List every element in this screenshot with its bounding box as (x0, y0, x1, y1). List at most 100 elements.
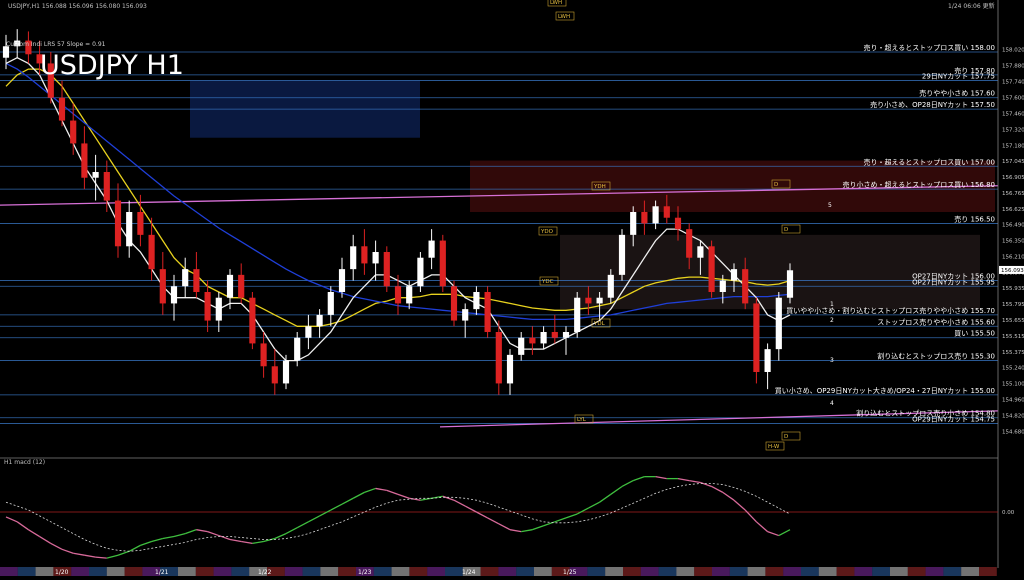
level-label-9: OP27日NYカット 155.95 (912, 278, 995, 286)
candle-body-40 (450, 286, 458, 321)
candle-body-9 (103, 172, 110, 201)
chart-window: 売り・超えるとストップロス買い 158.00 売り 157.80 29日NYカット … (0, 0, 1024, 576)
candle-body-35 (394, 286, 402, 304)
candle-body-52 (585, 297, 592, 304)
time-seg-13 (231, 567, 250, 576)
wave-label-1: 2 (830, 317, 834, 324)
level-label-7: 売り 156.50 (954, 214, 995, 223)
candle-body-13 (148, 234, 155, 270)
candle-body-8 (92, 172, 99, 178)
time-seg-16 (284, 567, 303, 576)
candle-body-68 (764, 349, 771, 372)
candle-55 (618, 229, 626, 281)
candle-22 (249, 292, 256, 350)
candle-67 (753, 297, 760, 384)
update-datetime: 1/24 06:06 更新 (948, 2, 995, 10)
marker-1: LWH (558, 14, 570, 20)
price-tick-5: 157.320 (1002, 128, 1024, 134)
candle-40 (450, 280, 458, 327)
candle-body-5 (58, 97, 66, 121)
candle-body-60 (674, 217, 682, 230)
wave-label-4: 5 (828, 202, 832, 209)
wave-label-0: 1 (830, 301, 834, 308)
candle-body-21 (238, 274, 245, 298)
marker-9: D (784, 434, 788, 440)
time-seg-22 (391, 567, 410, 576)
candle-51 (574, 292, 581, 338)
price-tick-21: 155.100 (1002, 381, 1024, 387)
level-label-2: 29日NYカット 157.75 (922, 73, 995, 81)
macd-label: H1 macd (12) (4, 459, 45, 466)
level-label-0: 売り・超えるとストップロス買い 158.00 (863, 43, 995, 52)
price-tick-0: 158.020 (1002, 48, 1024, 54)
candle-body-63 (708, 246, 715, 292)
candle-body-27 (305, 326, 312, 338)
marker-2: YDH (593, 184, 606, 190)
candle-body-45 (506, 354, 514, 384)
time-seg-45 (801, 567, 819, 576)
time-seg-2 (35, 567, 54, 576)
candle-body-32 (361, 246, 368, 264)
level-label-16: OP29日NYカット 154.75 (912, 415, 995, 423)
level-label-11: ストップロス売りやや小さめ 155.60 (877, 317, 995, 326)
candle-39 (439, 234, 446, 292)
time-seg-54 (961, 567, 979, 576)
level-label-12: 買い 155.50 (954, 330, 995, 338)
candle-body-17 (193, 269, 200, 292)
candle-body-38 (428, 240, 435, 258)
time-seg-53 (943, 567, 962, 576)
marker-6: LYL (577, 417, 587, 423)
price-tick-23: 154.820 (1002, 413, 1024, 419)
candle-43 (484, 286, 491, 338)
price-tick-24: 154.680 (1002, 429, 1024, 435)
level-label-4: 売り小さめ、OP28日NYカット 157.50 (870, 100, 995, 109)
time-seg-21 (373, 567, 392, 576)
candle-body-54 (607, 274, 614, 298)
level-label-13: 割り込むとストップロス売り 155.30 (877, 352, 995, 361)
candle-body-65 (730, 269, 738, 281)
candle-body-14 (159, 269, 166, 304)
price-tick-3: 157.600 (1002, 96, 1024, 102)
candle-37 (417, 252, 424, 292)
price-tick-6: 157.180 (1002, 144, 1024, 150)
symbol-line: USDJPY,H1 156.088 156.096 156.080 156.09… (8, 3, 147, 10)
date-label-1: 1/21 (155, 569, 169, 576)
time-seg-44 (783, 567, 801, 576)
candle-body-29 (327, 292, 334, 315)
candle-body-20 (226, 274, 234, 298)
time-seg-37 (658, 567, 677, 576)
candle-body-49 (551, 332, 558, 338)
time-seg-18 (320, 567, 339, 576)
price-tick-22: 154.960 (1002, 397, 1024, 403)
candle-body-30 (338, 269, 346, 292)
chart-svg: 売り・超えるとストップロス買い 158.00売り 157.8029日NYカット … (0, 0, 1024, 576)
time-seg-28 (498, 567, 517, 576)
time-seg-34 (605, 567, 623, 576)
candle-body-59 (663, 206, 670, 218)
time-seg-1 (17, 567, 36, 576)
date-label-5: 1/25 (563, 569, 577, 576)
time-seg-48 (854, 567, 873, 576)
time-seg-23 (409, 567, 428, 576)
time-seg-33 (587, 567, 606, 576)
candle-body-10 (114, 200, 122, 247)
current-price-label: 156.093 (1001, 268, 1024, 274)
price-tick-8: 156.905 (1002, 175, 1024, 181)
candle-body-34 (383, 252, 390, 287)
candle-body-70 (786, 270, 794, 298)
level-label-5: 売り・超えるとストップロス買い 157.00 (863, 157, 995, 166)
candle-body-7 (81, 143, 88, 178)
time-seg-25 (445, 567, 463, 576)
candle-body-51 (574, 297, 581, 332)
price-tick-7: 157.045 (1002, 159, 1024, 165)
level-label-3: 売りやや小さめ 157.60 (919, 89, 995, 98)
candle-body-67 (753, 303, 760, 372)
marker-7: D (784, 227, 788, 233)
price-tick-1: 157.880 (1002, 64, 1024, 70)
price-tick-15: 155.935 (1002, 286, 1024, 292)
date-label-4: 1/24 (462, 569, 476, 576)
candle-34 (383, 246, 390, 292)
marker-0: LWH (550, 0, 562, 6)
price-tick-13: 156.210 (1002, 255, 1024, 261)
time-seg-6 (106, 567, 125, 576)
